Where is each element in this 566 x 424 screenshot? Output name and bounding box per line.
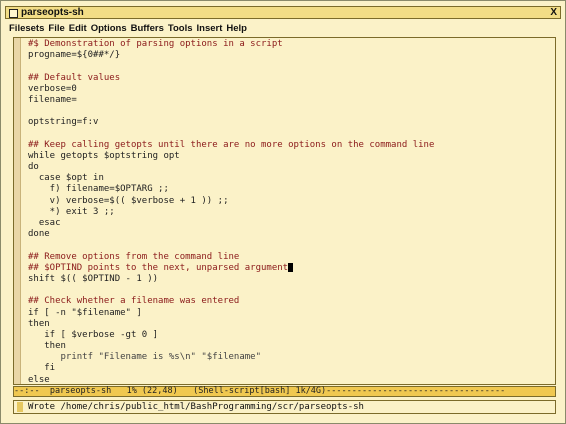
code-area[interactable]: #$ Demonstration of parsing options in a… (28, 39, 434, 385)
menu-help[interactable]: Help (226, 22, 247, 35)
code-text: printf "Filename is %s\n" "$filename" (28, 352, 262, 363)
code-line[interactable]: #$ Demonstration of parsing options in a… (28, 39, 434, 50)
code-text: esac (28, 218, 61, 228)
emacs-window: parseopts-sh X Filesets File Edit Option… (0, 0, 566, 424)
code-text: do (28, 162, 39, 173)
close-icon[interactable]: X (550, 7, 557, 19)
menu-insert[interactable]: Insert (197, 22, 223, 35)
code-text: optstring=f:v (28, 117, 99, 128)
code-text: f) filename=$OPTARG ;; (28, 184, 169, 195)
code-text: if [ $verbose -gt 0 ] (28, 329, 159, 340)
code-line[interactable]: do (28, 162, 434, 173)
code-line[interactable]: esac (28, 218, 434, 229)
code-line[interactable]: while getopts $optstring opt (28, 151, 434, 162)
menu-bar: Filesets File Edit Options Buffers Tools… (9, 22, 247, 35)
code-text: case $opt in (28, 173, 104, 184)
code-line[interactable]: verbose=0 (28, 84, 434, 95)
code-line[interactable]: ## Keep calling getopts until there are … (28, 140, 434, 151)
code-line[interactable] (28, 106, 434, 117)
code-text: fi (28, 363, 56, 374)
editor-buffer[interactable]: #$ Demonstration of parsing options in a… (13, 37, 556, 385)
code-line[interactable]: printf "Filename is %s\n" "$filename" (28, 352, 434, 363)
code-line[interactable]: case $opt in (28, 173, 434, 184)
menu-edit[interactable]: Edit (69, 22, 87, 35)
code-line[interactable]: shift $(( $OPTIND - 1 )) (28, 274, 434, 285)
code-line[interactable]: then (28, 319, 434, 330)
menu-tools[interactable]: Tools (168, 22, 193, 35)
fringe (14, 38, 21, 384)
code-text: if [ -n "$filename" ] (28, 307, 142, 318)
mode-line[interactable]: --:-- parseopts-sh 1% (22,48) (Shell-scr… (13, 386, 556, 397)
code-text: #$ Demonstration of parsing options in a… (28, 39, 283, 49)
code-text: ## Check whether a filename was entered (28, 296, 240, 307)
window-titlebar[interactable]: parseopts-sh X (5, 6, 561, 19)
code-line[interactable]: ## Default values (28, 73, 434, 84)
code-line[interactable]: if [ $verbose -gt 0 ] (28, 330, 434, 341)
code-text: *) exit 3 ;; (28, 206, 115, 217)
code-line[interactable] (28, 61, 434, 72)
code-text: verbose=0 (28, 83, 77, 94)
code-text: while getopts $optstring opt (28, 150, 180, 161)
code-text: ## Remove options from the command line (28, 251, 240, 262)
code-line[interactable]: progname=${0##*/} (28, 50, 434, 61)
code-line[interactable]: ## Check whether a filename was entered (28, 296, 434, 307)
code-text: ## Default values (28, 72, 121, 83)
code-text: done (28, 229, 50, 240)
minibuffer-message: Wrote /home/chris/public_html/BashProgra… (28, 402, 364, 412)
code-line[interactable]: v) verbose=$(( $verbose + 1 )) ;; (28, 196, 434, 207)
code-text: then (28, 341, 66, 352)
code-text: ## Keep calling getopts until there are … (28, 139, 435, 150)
code-line[interactable]: then (28, 341, 434, 352)
code-line[interactable]: filename= (28, 95, 434, 106)
code-text: then (28, 318, 50, 329)
code-text: filename= (28, 94, 77, 105)
code-line[interactable]: *) exit 3 ;; (28, 207, 434, 218)
menu-filesets[interactable]: Filesets (9, 22, 44, 35)
code-line[interactable]: if [ -n "$filename" ] (28, 308, 434, 319)
code-text: ## $OPTIND points to the next, unparsed … (28, 262, 289, 273)
code-line[interactable]: f) filename=$OPTARG ;; (28, 184, 434, 195)
code-line[interactable] (28, 240, 434, 251)
window-title: parseopts-sh (21, 7, 84, 18)
code-line[interactable]: else (28, 374, 434, 385)
minibuffer[interactable]: Wrote /home/chris/public_html/BashProgra… (13, 400, 556, 414)
code-line[interactable]: fi (28, 363, 434, 374)
code-line[interactable]: ## Remove options from the command line (28, 252, 434, 263)
minibuffer-marker (17, 402, 23, 412)
menu-buffers[interactable]: Buffers (131, 22, 164, 35)
code-line[interactable]: ## $OPTIND points to the next, unparsed … (28, 262, 434, 274)
code-line[interactable] (28, 285, 434, 296)
code-text: v) verbose=$(( $verbose + 1 )) ;; (28, 195, 229, 206)
code-text: shift $(( $OPTIND - 1 )) (28, 273, 159, 284)
code-line[interactable]: optstring=f:v (28, 117, 434, 128)
menu-file[interactable]: File (48, 22, 64, 35)
text-cursor (288, 262, 294, 272)
code-text: else (28, 374, 50, 385)
menu-options[interactable]: Options (91, 22, 127, 35)
code-line[interactable]: done (28, 229, 434, 240)
code-line[interactable] (28, 129, 434, 140)
code-text: progname=${0##*/} (28, 50, 121, 61)
window-menu-icon[interactable] (9, 9, 18, 18)
